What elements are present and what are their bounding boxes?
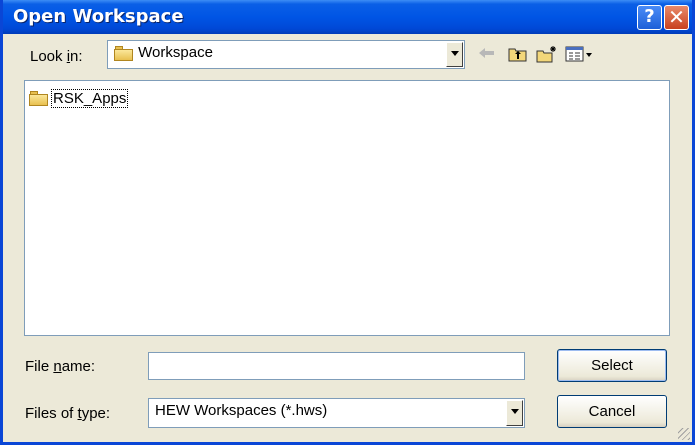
- list-item[interactable]: RSK_Apps: [29, 87, 129, 109]
- view-menu-icon[interactable]: [565, 45, 593, 67]
- chevron-down-icon: [451, 51, 459, 56]
- look-in-dropdown[interactable]: Workspace: [107, 40, 465, 69]
- close-button[interactable]: ✕: [664, 5, 689, 30]
- dialog-title: Open Workspace: [13, 6, 184, 27]
- folder-icon: [114, 45, 134, 61]
- file-list[interactable]: RSK_Apps: [24, 80, 670, 336]
- title-bar[interactable]: Open Workspace ? ✕: [3, 0, 692, 34]
- files-of-type-label: Files of type:: [25, 405, 111, 422]
- files-of-type-value: HEW Workspaces (*.hws): [155, 402, 328, 419]
- resize-grip[interactable]: [678, 428, 690, 440]
- look-in-value: Workspace: [138, 44, 213, 61]
- up-one-level-icon[interactable]: [508, 45, 528, 67]
- back-arrow-icon[interactable]: [478, 45, 496, 64]
- files-of-type-dropdown-button[interactable]: [506, 400, 523, 426]
- files-of-type-dropdown[interactable]: HEW Workspaces (*.hws): [148, 398, 525, 428]
- file-item-label: RSK_Apps: [51, 88, 129, 108]
- select-button[interactable]: Select: [557, 349, 667, 382]
- new-folder-icon[interactable]: [536, 45, 558, 67]
- cancel-button[interactable]: Cancel: [557, 395, 667, 428]
- look-in-dropdown-button[interactable]: [446, 42, 463, 67]
- look-in-label: Look in:: [30, 48, 83, 65]
- help-button[interactable]: ?: [637, 5, 662, 30]
- chevron-down-icon: [511, 409, 519, 414]
- folder-icon: [29, 90, 49, 106]
- open-workspace-dialog: Open Workspace ? ✕ Look in: Workspace RS…: [0, 0, 695, 445]
- file-name-label: File name:: [25, 358, 96, 375]
- file-name-input[interactable]: [148, 352, 525, 380]
